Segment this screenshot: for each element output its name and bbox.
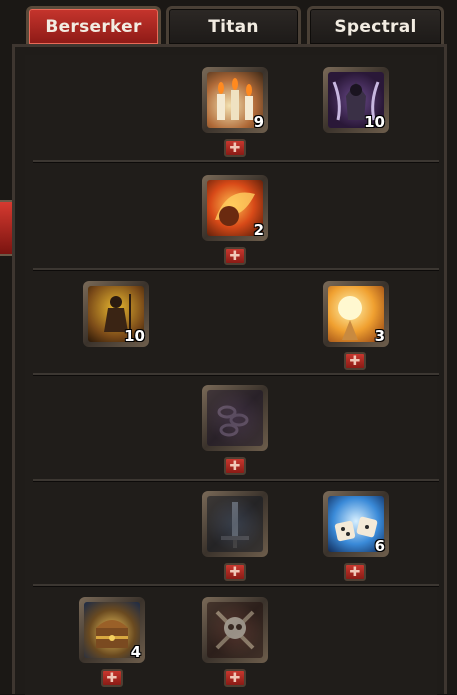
upgrade-button[interactable]: ✚ [101,669,123,687]
skill-sword[interactable] [202,491,268,557]
upgrade-button[interactable]: ✚ [344,563,366,581]
upgrade-button[interactable]: ✚ [224,457,246,475]
skill-dice[interactable]: 6 [323,491,389,557]
tab-berserker[interactable]: Berserker [26,6,161,44]
row-divider [33,479,439,481]
row-divider [33,373,439,375]
skill-level: 3 [374,327,385,345]
row-divider [33,160,439,162]
skill-skull[interactable] [202,597,268,663]
sword-icon [207,496,263,552]
skill-level: 6 [374,537,385,555]
skill-grid: 9 ✚ 10 2 ✚ 10 3 ✚ ✚ ✚ 6 ✚ 4 ✚ ✚ [25,55,439,695]
skill-candles[interactable]: 9 [202,67,268,133]
skill-level: 10 [364,113,385,131]
skill-tree-screen: Berserker Titan Spectral 9 ✚ 10 2 ✚ 10 3… [0,0,457,695]
skill-reaper[interactable]: 10 [323,67,389,133]
row-divider [33,584,439,586]
skill-level: 9 [253,113,264,131]
upgrade-button[interactable]: ✚ [224,669,246,687]
skill-level: 4 [130,643,141,661]
skill-fire-fist[interactable]: 2 [202,175,268,241]
tab-spectral[interactable]: Spectral [307,6,444,44]
skill-panel: 9 ✚ 10 2 ✚ 10 3 ✚ ✚ ✚ 6 ✚ 4 ✚ ✚ [12,44,447,695]
skill-treasure-chest[interactable]: 4 [79,597,145,663]
tab-bar: Berserker Titan Spectral [20,2,447,48]
skill-sun-strike[interactable]: 3 [323,281,389,347]
upgrade-button[interactable]: ✚ [224,139,246,157]
upgrade-button[interactable]: ✚ [224,247,246,265]
skill-level: 10 [124,327,145,345]
chain-icon [207,390,263,446]
tab-titan[interactable]: Titan [166,6,301,44]
upgrade-button[interactable]: ✚ [344,352,366,370]
skill-hunter[interactable]: 10 [83,281,149,347]
skill-chain[interactable] [202,385,268,451]
upgrade-button[interactable]: ✚ [224,563,246,581]
row-divider [33,268,439,270]
skill-level: 2 [253,221,264,239]
skull-icon [207,602,263,658]
